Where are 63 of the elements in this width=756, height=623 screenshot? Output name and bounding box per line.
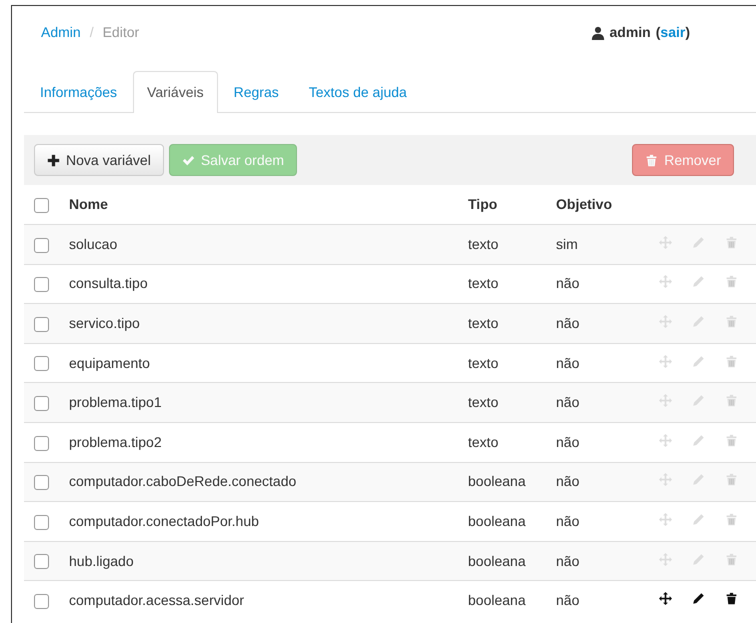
column-header: Objetivo [556, 196, 612, 212]
table-cell: equipamento [69, 354, 150, 371]
table-cell: não [556, 394, 580, 410]
tab[interactable]: Informações [26, 71, 132, 113]
checkbox[interactable] [34, 436, 49, 451]
table-cell: problema.tipo1 [69, 394, 162, 410]
breadcrumb-current: Editor [102, 23, 140, 42]
table-cell: texto [468, 315, 498, 332]
checkbox[interactable] [34, 554, 49, 570]
move-icon[interactable] [659, 592, 672, 606]
table-cell: booleana [468, 552, 526, 569]
table-cell: booleana [468, 513, 526, 530]
breadcrumb-link[interactable]: Admin [41, 22, 81, 43]
table-cell: computador.caboDeRede.conectado [69, 473, 296, 490]
checkbox[interactable] [34, 238, 49, 253]
checkbox[interactable] [34, 316, 49, 332]
checkbox[interactable] [34, 514, 49, 530]
table-cell: servico.tipo [69, 315, 140, 332]
checkbox[interactable] [34, 475, 49, 490]
checkbox[interactable] [34, 396, 49, 412]
table-cell: problema.tipo2 [69, 434, 162, 450]
breadcrumb-separator: / [88, 23, 95, 42]
table-cell: não [556, 354, 580, 371]
table-cell: computador.conectadoPor.hub [69, 513, 259, 530]
column-header: Tipo [468, 196, 498, 212]
checkbox[interactable] [34, 277, 49, 292]
logout-link[interactable]: sair [660, 24, 686, 40]
table-cell: texto [468, 354, 498, 371]
username: admin [610, 23, 651, 42]
table-cell: não [556, 473, 580, 490]
table-cell: texto [468, 394, 498, 410]
table-cell: solucao [69, 236, 118, 252]
tab[interactable]: Variáveis [133, 71, 218, 113]
user-icon [590, 26, 604, 40]
table-cell: não [556, 315, 580, 332]
trash-icon [645, 154, 658, 166]
tab[interactable]: Textos de ajuda [294, 71, 421, 113]
edit-icon[interactable] [692, 592, 705, 606]
table-cell: consulta.tipo [69, 275, 148, 292]
table-cell: não [556, 513, 580, 530]
table-cell: não [556, 552, 580, 569]
table-cell: sim [556, 236, 578, 252]
column-header: Nome [69, 196, 108, 212]
table-cell: computador.acessa.servidor [69, 592, 244, 608]
table-cell: não [556, 275, 580, 292]
checkbox[interactable] [34, 356, 49, 372]
checkbox[interactable] [34, 198, 49, 213]
table-cell: não [556, 434, 580, 450]
trash-icon[interactable] [725, 592, 738, 606]
table-cell: booleana [468, 592, 526, 608]
table-cell: booleana [468, 473, 526, 490]
checkbox[interactable] [34, 594, 49, 610]
parenthesis: ) [685, 24, 690, 40]
check-icon [182, 154, 195, 166]
tab[interactable]: Regras [220, 71, 293, 113]
table-cell: texto [468, 434, 498, 450]
new-button[interactable]: Nova variável [34, 144, 164, 176]
table-cell: não [556, 592, 580, 608]
table-cell: texto [468, 275, 498, 292]
plus-icon [47, 154, 60, 166]
parenthesis: ( [656, 24, 660, 40]
table-cell: texto [468, 236, 498, 252]
table-cell: hub.ligado [69, 552, 134, 569]
